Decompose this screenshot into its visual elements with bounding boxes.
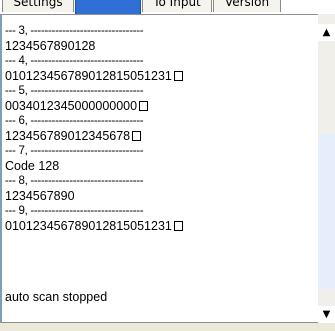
separator-text: --- 8, -------------------------------- <box>5 175 144 187</box>
control-char-box-icon <box>139 101 149 111</box>
barcode-value: 123456789012345678 <box>5 129 131 143</box>
tab-to-input[interactable]: To Input <box>142 0 212 12</box>
separator-text: --- 3, -------------------------------- <box>5 25 144 37</box>
tab-version-label: Version <box>224 0 270 9</box>
barcode-value: Code 128 <box>5 159 60 173</box>
separator-text: --- 6, -------------------------------- <box>5 115 144 127</box>
tab-settings-label: Settings <box>13 0 63 9</box>
barcode-value: 1234567890128 <box>5 39 96 53</box>
log-separator-line: --- 5, -------------------------------- <box>5 85 313 98</box>
tab-strip: Settings To Input Version <box>0 0 335 14</box>
log-barcode-line: Code 128 <box>5 158 313 175</box>
arrow-down-icon[interactable]: ▼ <box>318 306 335 323</box>
log-barcode-line: 123456789012345678 <box>5 128 313 145</box>
tab-version[interactable]: Version <box>213 0 281 12</box>
log-barcode-line: 1234567890128 <box>5 38 313 55</box>
barcode-value: 010123456789012815051231 <box>5 219 172 233</box>
separator-text: --- 9, -------------------------------- <box>5 205 144 217</box>
tab-active[interactable] <box>75 0 141 14</box>
control-char-box-icon <box>173 221 183 231</box>
tab-to-input-label: To Input <box>153 0 201 9</box>
control-char-box-icon <box>132 131 142 141</box>
separator-text: --- 7, -------------------------------- <box>5 145 144 157</box>
log-separator-line: --- 8, -------------------------------- <box>5 175 313 188</box>
barcode-value: 0101234567890128150512​31 <box>5 69 172 83</box>
barcode-value: 0034012345000000000 <box>5 99 138 113</box>
scan-log-lines: --- 3, -------------------------------- 1… <box>5 25 313 235</box>
scanner-window: Settings To Input Version --- 3, -------… <box>0 0 335 331</box>
separator-text: --- 5, -------------------------------- <box>5 85 144 97</box>
scan-log-textbox[interactable]: --- 3, -------------------------------- 1… <box>0 14 335 323</box>
log-separator-line: --- 9, -------------------------------- <box>5 205 313 218</box>
separator-text: --- 4, -------------------------------- <box>5 55 144 67</box>
log-barcode-line: 0101234567890128150512​31 <box>5 68 313 85</box>
tab-settings[interactable]: Settings <box>2 0 74 12</box>
scrollbar-track[interactable] <box>318 134 335 289</box>
log-separator-line: --- 3, -------------------------------- <box>5 25 313 38</box>
scan-status-text: auto scan stopped <box>5 290 108 304</box>
log-separator-line: --- 4, -------------------------------- <box>5 55 313 68</box>
log-separator-line: --- 6, -------------------------------- <box>5 115 313 128</box>
log-separator-line: --- 7, -------------------------------- <box>5 145 313 158</box>
control-char-box-icon <box>173 71 183 81</box>
window-bottom-edge <box>0 323 335 331</box>
log-scrollbar[interactable]: ▲ ▼ <box>318 14 335 323</box>
barcode-value: 1234567890 <box>5 189 75 203</box>
log-barcode-line: 0034012345000000000 <box>5 98 313 115</box>
arrow-up-icon[interactable]: ▲ <box>318 24 335 41</box>
log-barcode-line: 010123456789012815051231 <box>5 218 313 235</box>
log-barcode-line: 1234567890 <box>5 188 313 205</box>
